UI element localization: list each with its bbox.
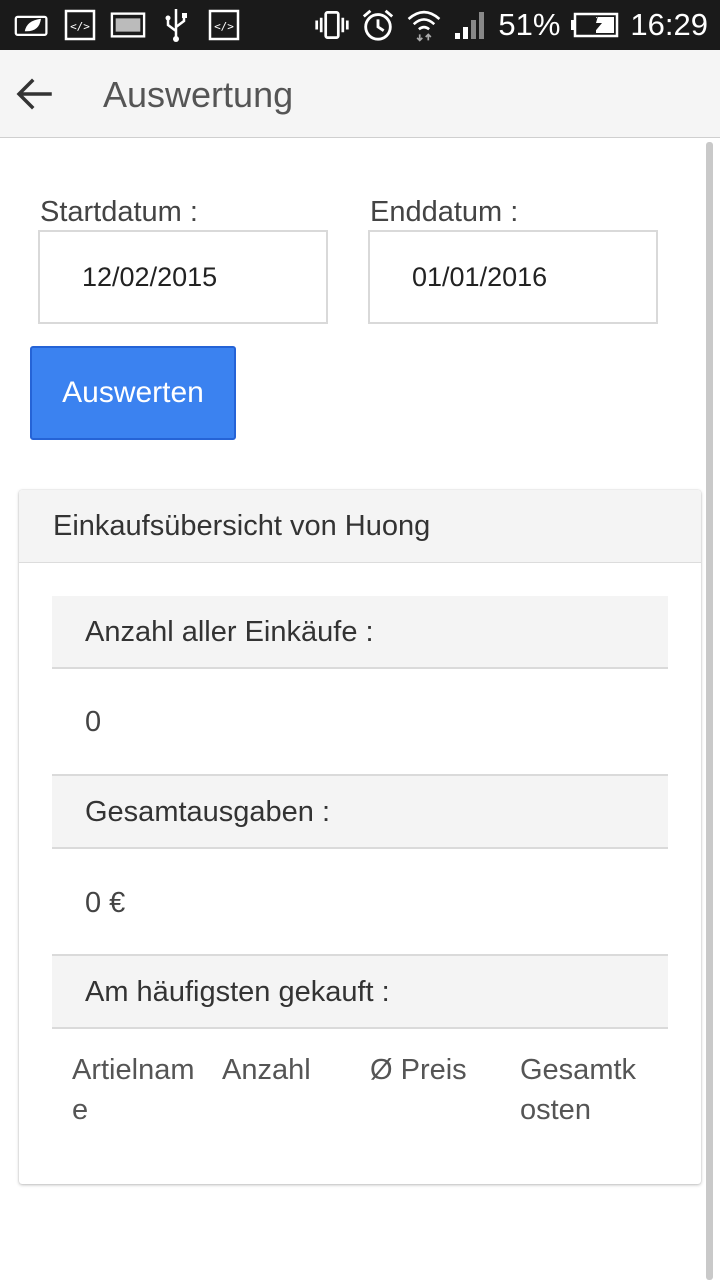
most-bought-label: Am häufigsten gekauft :: [85, 976, 390, 1008]
svg-text:</>: </>: [70, 20, 90, 33]
column-header-article: Artielname: [72, 1054, 195, 1126]
app-bar: Auswertung: [0, 50, 720, 138]
arrow-left-icon: [16, 78, 52, 110]
evaluate-button[interactable]: Auswerten: [30, 346, 236, 440]
purchase-count-value: 0: [85, 706, 102, 738]
start-date-field[interactable]: 12/02/2015: [38, 230, 328, 324]
svg-text:</>: </>: [214, 20, 234, 33]
battery-percent: 51%: [498, 7, 561, 42]
vibrate-icon: [314, 7, 350, 43]
total-spent-header: Gesamtausgaben :: [52, 776, 668, 849]
column-header-total-cost: Gesamtkosten: [520, 1054, 637, 1126]
page-title: Auswertung: [103, 74, 294, 115]
alarm-icon: [360, 7, 396, 43]
total-spent-label: Gesamtausgaben :: [85, 796, 331, 828]
usb-icon: [158, 7, 194, 43]
notification-icons: </> </>: [14, 7, 242, 43]
purchase-summary-card: Einkaufsübersicht von Huong Anzahl aller…: [19, 490, 701, 1184]
card-header: Einkaufsübersicht von Huong: [19, 490, 701, 563]
column-header-count: Anzahl: [222, 1054, 311, 1086]
status-bar: </> </> 51% 16:29: [0, 0, 720, 50]
purchase-count-header: Anzahl aller Einkäufe :: [52, 596, 668, 669]
most-bought-header: Am häufigsten gekauft :: [52, 956, 668, 1029]
image-icon: [110, 7, 146, 43]
leaf-icon: [14, 7, 50, 43]
end-date-label: Enddatum :: [370, 196, 519, 228]
system-icons: 51% 16:29: [314, 0, 708, 50]
battery-charging-icon: [570, 7, 620, 43]
code-icon: </>: [206, 7, 242, 43]
end-date-field[interactable]: 01/01/2016: [368, 230, 658, 324]
signal-icon: [452, 7, 488, 43]
start-date-label: Startdatum :: [40, 196, 198, 228]
total-spent-value: 0 €: [85, 887, 126, 919]
code-icon: </>: [62, 7, 98, 43]
column-header-avg-price: Ø Preis: [370, 1054, 467, 1086]
clock: 16:29: [630, 7, 708, 42]
card-title: Einkaufsübersicht von Huong: [53, 510, 431, 542]
back-button[interactable]: [10, 70, 58, 118]
scrollbar[interactable]: [706, 142, 713, 1280]
purchase-count-label: Anzahl aller Einkäufe :: [85, 616, 374, 648]
wifi-icon: [406, 7, 442, 43]
